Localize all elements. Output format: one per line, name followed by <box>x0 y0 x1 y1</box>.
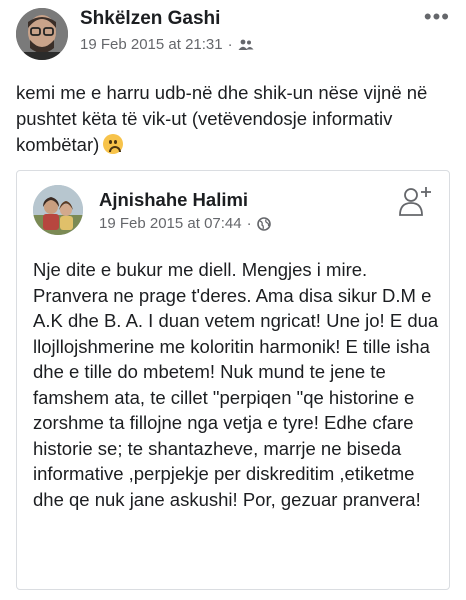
globe-icon[interactable] <box>256 216 271 231</box>
more-options-button[interactable]: ••• <box>424 4 450 30</box>
avatar-photo <box>16 8 68 60</box>
facebook-post: Shkëlzen Gashi 19 Feb 2015 at 21:31 · ••… <box>0 0 466 600</box>
shared-post[interactable]: Ajnishahe Halimi 19 Feb 2015 at 07:44 · … <box>16 170 450 590</box>
post-meta: 19 Feb 2015 at 21:31 · <box>80 36 254 53</box>
frowning-face-icon <box>103 134 124 154</box>
post-text-content: kemi me e harru udb-në dhe shik-un nëse … <box>16 82 428 155</box>
post-text: kemi me e harru udb-në dhe shik-un nëse … <box>16 80 456 158</box>
add-friend-icon[interactable] <box>397 185 433 217</box>
shared-author-name[interactable]: Ajnishahe Halimi <box>99 189 248 211</box>
shared-post-text: Nje dite e bukur me diell. Mengjes i mir… <box>33 259 439 510</box>
shared-post-timestamp[interactable]: 19 Feb 2015 at 07:44 <box>99 215 242 232</box>
friends-icon[interactable] <box>238 39 254 51</box>
avatar-photo <box>33 185 83 235</box>
shared-post-meta: 19 Feb 2015 at 07:44 · <box>99 215 271 232</box>
post-timestamp[interactable]: 19 Feb 2015 at 21:31 <box>80 36 223 53</box>
author-avatar[interactable] <box>16 8 68 60</box>
meta-separator: · <box>227 36 233 53</box>
author-name[interactable]: Shkëlzen Gashi <box>80 8 220 30</box>
meta-separator: · <box>246 215 252 232</box>
shared-author-avatar[interactable] <box>33 185 83 235</box>
